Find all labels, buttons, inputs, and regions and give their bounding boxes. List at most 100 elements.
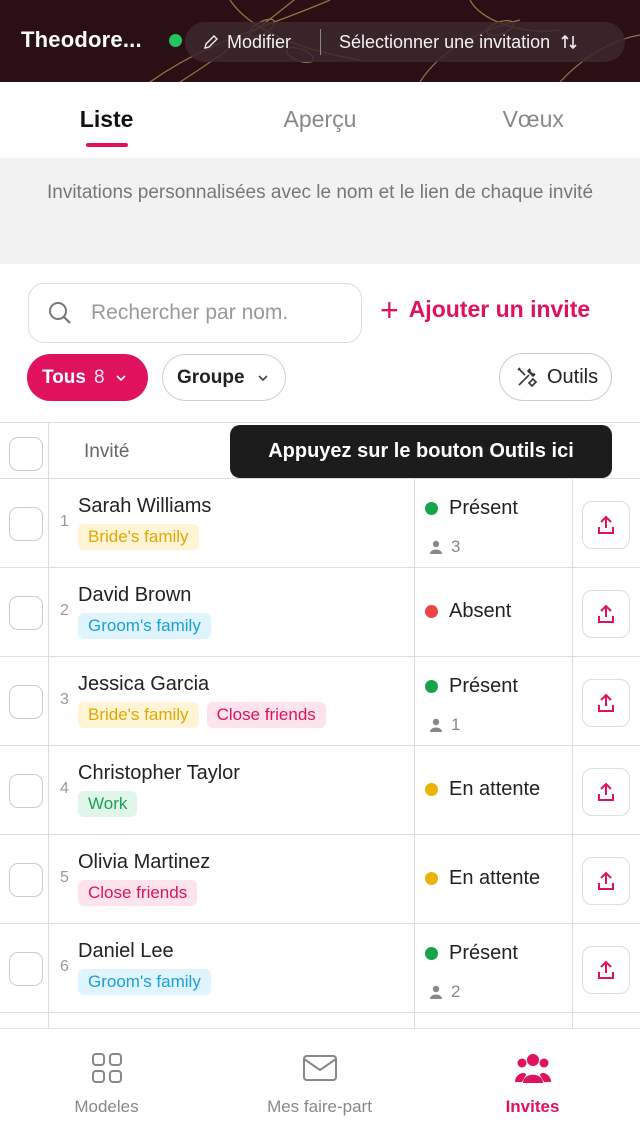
guest-name: Sarah Williams [78, 495, 212, 517]
tab-apercu-label: Aperçu [283, 106, 357, 132]
guest-count: 3 [428, 537, 460, 557]
share-button[interactable] [582, 590, 630, 638]
search-placeholder: Rechercher par nom. [91, 301, 289, 324]
table-row[interactable]: 5 Olivia Martinez Close friends En attente [0, 835, 640, 924]
share-icon [598, 604, 614, 623]
chevron-down-icon [257, 374, 268, 381]
filter-all-label: Tous [42, 366, 86, 388]
invitation-title: Theodore... [21, 27, 142, 52]
share-icon [598, 871, 614, 890]
rsvp-status: Absent [425, 600, 511, 623]
guest-name: Jessica Garcia [78, 673, 210, 695]
status-label: En attente [449, 778, 541, 800]
nav-modeles[interactable]: Modeles [0, 1029, 213, 1117]
info-banner: Invitations personnalisées avec le nom e… [0, 158, 640, 264]
status-label: Présent [449, 675, 518, 697]
group-tag: Groom's family [78, 613, 211, 639]
status-label: Présent [449, 942, 518, 964]
grid-icon [91, 1053, 122, 1083]
bottom-navigation: Modeles Mes faire-part Invites [0, 1028, 640, 1138]
row-checkbox[interactable] [9, 596, 43, 630]
tab-voeux-label: Vœux [502, 106, 564, 132]
share-icon [598, 515, 614, 534]
status-dot [425, 502, 438, 515]
rsvp-status: En attente [425, 778, 540, 801]
share-button[interactable] [582, 946, 630, 994]
tab-bar: Liste Aperçu Vœux [0, 82, 640, 158]
table-row[interactable]: 3 Jessica Garcia Bride's family Close frien… [0, 657, 640, 746]
edit-button[interactable]: Modifier [185, 22, 320, 62]
status-dot [425, 680, 438, 693]
group-tag: Work [78, 791, 138, 817]
status-dot [425, 605, 438, 618]
person-icon [430, 718, 442, 732]
row-number: 2 [60, 602, 69, 619]
row-checkbox[interactable] [9, 774, 43, 808]
row-number: 3 [60, 691, 69, 708]
share-button[interactable] [582, 679, 630, 727]
nav-invites[interactable]: Invites [426, 1029, 639, 1117]
status-label: Absent [449, 600, 512, 622]
tab-apercu[interactable]: Aperçu [213, 82, 426, 158]
table-row[interactable]: 1 Sarah Williams Bride's family Présent 3 [0, 479, 640, 568]
guest-tags: Work [78, 791, 138, 817]
rsvp-status: Présent [425, 497, 518, 520]
tools-tooltip: Appuyez sur le bouton Outils ici [230, 425, 612, 478]
tab-liste[interactable]: Liste [0, 82, 213, 158]
table-row[interactable]: 6 Daniel Lee Groom's family Présent 2 [0, 924, 640, 1013]
share-button[interactable] [582, 768, 630, 816]
tools-label: Outils [547, 365, 599, 388]
status-dot [425, 947, 438, 960]
active-tab-indicator [86, 143, 128, 147]
guest-tags: Groom's family [78, 969, 211, 995]
filter-all-chip[interactable]: Tous 8 [27, 354, 148, 401]
guest-table: Invité 1 Sarah Williams Bride's family Prés… [0, 422, 640, 1028]
share-button[interactable] [582, 857, 630, 905]
group-tag: Groom's family [78, 969, 211, 995]
share-icon [598, 782, 614, 801]
select-invitation-label: Sélectionner une invitation [339, 31, 551, 52]
rsvp-status: Présent [425, 675, 518, 698]
row-checkbox[interactable] [9, 952, 43, 986]
guest-name: David Brown [78, 584, 192, 606]
nav-modeles-label: Modeles [74, 1097, 139, 1116]
row-number: 5 [60, 869, 69, 886]
share-button[interactable] [582, 501, 630, 549]
group-tag: Bride's family [78, 524, 199, 550]
tools-button[interactable]: Outils [499, 353, 612, 401]
tab-voeux[interactable]: Vœux [427, 82, 640, 158]
table-row[interactable]: 4 Christopher Taylor Work En attente [0, 746, 640, 835]
people-icon [514, 1054, 551, 1083]
table-row[interactable]: 2 David Brown Groom's family Absent [0, 568, 640, 657]
search-icon [49, 302, 71, 324]
nav-mes-faire-part[interactable]: Mes faire-part [213, 1029, 426, 1117]
filter-group-chip[interactable]: Groupe [162, 354, 286, 401]
guest-count: 1 [428, 715, 460, 735]
person-icon [430, 540, 442, 554]
status-dot [425, 783, 438, 796]
envelope-icon [302, 1055, 337, 1081]
person-icon [430, 985, 442, 999]
guest-name: Christopher Taylor [78, 762, 240, 784]
guest-tags: Bride's family Close friends [78, 702, 326, 728]
guest-count-value: 2 [451, 982, 461, 1001]
nav-mes-faire-part-label: Mes faire-part [267, 1097, 372, 1116]
column-header-guest: Invité [84, 441, 130, 462]
row-number: 4 [60, 780, 69, 797]
row-checkbox[interactable] [9, 507, 43, 541]
select-all-checkbox[interactable] [9, 437, 43, 471]
guest-tags: Groom's family [78, 613, 211, 639]
row-checkbox[interactable] [9, 685, 43, 719]
sort-arrows-icon [561, 34, 577, 50]
add-invite-button[interactable]: + Ajouter un invite [380, 294, 590, 326]
search-input[interactable]: Rechercher par nom. [28, 283, 362, 343]
row-number: 6 [60, 958, 69, 975]
tools-icon [517, 367, 538, 388]
status-label: Présent [449, 497, 518, 519]
row-checkbox[interactable] [9, 863, 43, 897]
guest-name: Olivia Martinez [78, 851, 211, 873]
select-invitation-button[interactable]: Sélectionner une invitation [321, 22, 625, 62]
rsvp-status: Présent [425, 942, 518, 965]
filter-all-count: 8 [93, 366, 105, 388]
header-actions-pill: Modifier Sélectionner une invitation [185, 22, 625, 62]
